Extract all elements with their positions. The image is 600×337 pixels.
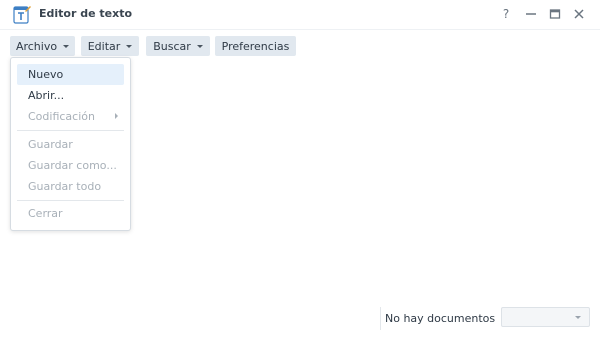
maximize-icon[interactable] [547,5,563,23]
menu-separator [17,130,124,131]
chevron-down-icon [63,45,70,48]
close-icon[interactable] [571,5,587,23]
chevron-down-icon [126,45,133,48]
menu-item-guardar[interactable]: Guardar [17,134,124,155]
editar-menu-button[interactable]: Editar [81,36,139,56]
menu-separator [17,200,124,201]
menu-item-label: Codificación [28,110,95,123]
title-bar: Editor de texto ? [0,0,600,28]
preferencias-button[interactable]: Preferencias [215,36,296,56]
documents-status: No hay documentos [385,312,496,325]
buscar-menu-button[interactable]: Buscar [146,36,210,56]
menu-item-nuevo[interactable]: Nuevo [17,64,124,85]
archivo-menu-button[interactable]: Archivo [10,36,75,56]
menu-item-abrir[interactable]: Abrir... [17,85,124,106]
archivo-menu-label: Archivo [15,39,58,53]
minimize-icon[interactable] [523,5,539,23]
menu-item-label: Guardar todo [28,180,102,193]
menu-item-label: Guardar [28,138,73,151]
menu-item-cerrar[interactable]: Cerrar [17,203,124,224]
chevron-right-icon [115,113,118,119]
document-select[interactable] [501,307,590,327]
chevron-down-icon [575,316,581,319]
menu-item-label: Cerrar [28,207,63,220]
preferencias-label: Preferencias [221,39,290,53]
menu-item-label: Guardar como... [28,159,117,172]
window-title: Editor de texto [39,7,133,20]
menu-item-label: Nuevo [28,68,64,81]
help-icon[interactable]: ? [498,5,514,23]
menu-item-guardar-como[interactable]: Guardar como... [17,155,124,176]
buscar-menu-label: Buscar [153,39,191,53]
chevron-down-icon [196,45,203,48]
status-divider [380,307,381,330]
title-divider [0,29,600,30]
menu-item-codificacion[interactable]: Codificación [17,106,124,127]
text-editor-icon [12,5,32,25]
menu-item-label: Abrir... [28,89,65,102]
archivo-dropdown-menu: Nuevo Abrir... Codificación Guardar Guar… [10,57,131,231]
menu-item-guardar-todo[interactable]: Guardar todo [17,176,124,197]
editar-menu-label: Editar [87,39,121,53]
